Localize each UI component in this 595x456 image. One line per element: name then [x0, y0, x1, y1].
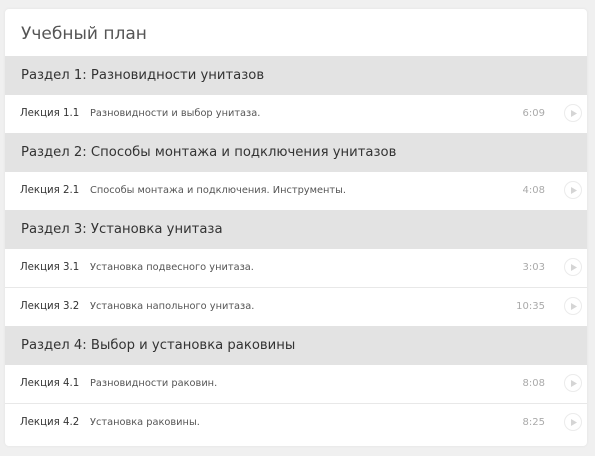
lecture-row-3-1[interactable]: Лекция 3.1 Установка подвесного унитаза.… [5, 249, 587, 288]
play-icon[interactable] [564, 104, 582, 122]
lecture-duration: 4:08 [522, 185, 545, 196]
curriculum-card: Учебный план Раздел 1: Разновидности уни… [5, 9, 587, 446]
play-icon[interactable] [564, 413, 582, 431]
lecture-row-2-1[interactable]: Лекция 2.1 Способы монтажа и подключения… [5, 172, 587, 210]
lecture-title[interactable]: Установка раковины. [90, 404, 200, 442]
lecture-title[interactable]: Установка напольного унитаза. [90, 288, 254, 326]
lecture-duration: 3:03 [522, 262, 545, 273]
curriculum-title: Учебный план [21, 24, 147, 44]
play-icon[interactable] [564, 297, 582, 315]
lecture-title[interactable]: Способы монтажа и подключения. Инструмен… [90, 172, 346, 210]
lecture-number: Лекция 2.1 [20, 185, 80, 196]
lecture-duration: 10:35 [516, 301, 545, 312]
section-header-3[interactable]: Раздел 3: Установка унитаза [5, 210, 587, 249]
lecture-number: Лекция 4.2 [20, 417, 80, 428]
lecture-number: Лекция 3.2 [20, 301, 80, 312]
lecture-row-4-1[interactable]: Лекция 4.1 Разновидности раковин. 8:08 [5, 365, 587, 404]
section-header-2[interactable]: Раздел 2: Способы монтажа и подключения … [5, 133, 587, 172]
lecture-row-3-2[interactable]: Лекция 3.2 Установка напольного унитаза.… [5, 288, 587, 326]
lecture-row-1-1[interactable]: Лекция 1.1 Разновидности и выбор унитаза… [5, 95, 587, 133]
lecture-duration: 8:25 [522, 417, 545, 428]
lecture-title[interactable]: Установка подвесного унитаза. [90, 249, 254, 287]
play-icon[interactable] [564, 374, 582, 392]
lecture-title[interactable]: Разновидности и выбор унитаза. [90, 95, 260, 133]
lecture-duration: 6:09 [522, 108, 545, 119]
lecture-number: Лекция 3.1 [20, 262, 80, 273]
lecture-row-4-2[interactable]: Лекция 4.2 Установка раковины. 8:25 [5, 404, 587, 442]
section-header-1[interactable]: Раздел 1: Разновидности унитазов [5, 56, 587, 95]
section-header-4[interactable]: Раздел 4: Выбор и установка раковины [5, 326, 587, 365]
lecture-title[interactable]: Разновидности раковин. [90, 365, 217, 403]
lecture-duration: 8:08 [522, 378, 545, 389]
lecture-number: Лекция 4.1 [20, 378, 80, 389]
play-icon[interactable] [564, 181, 582, 199]
play-icon[interactable] [564, 258, 582, 276]
lecture-number: Лекция 1.1 [20, 108, 80, 119]
